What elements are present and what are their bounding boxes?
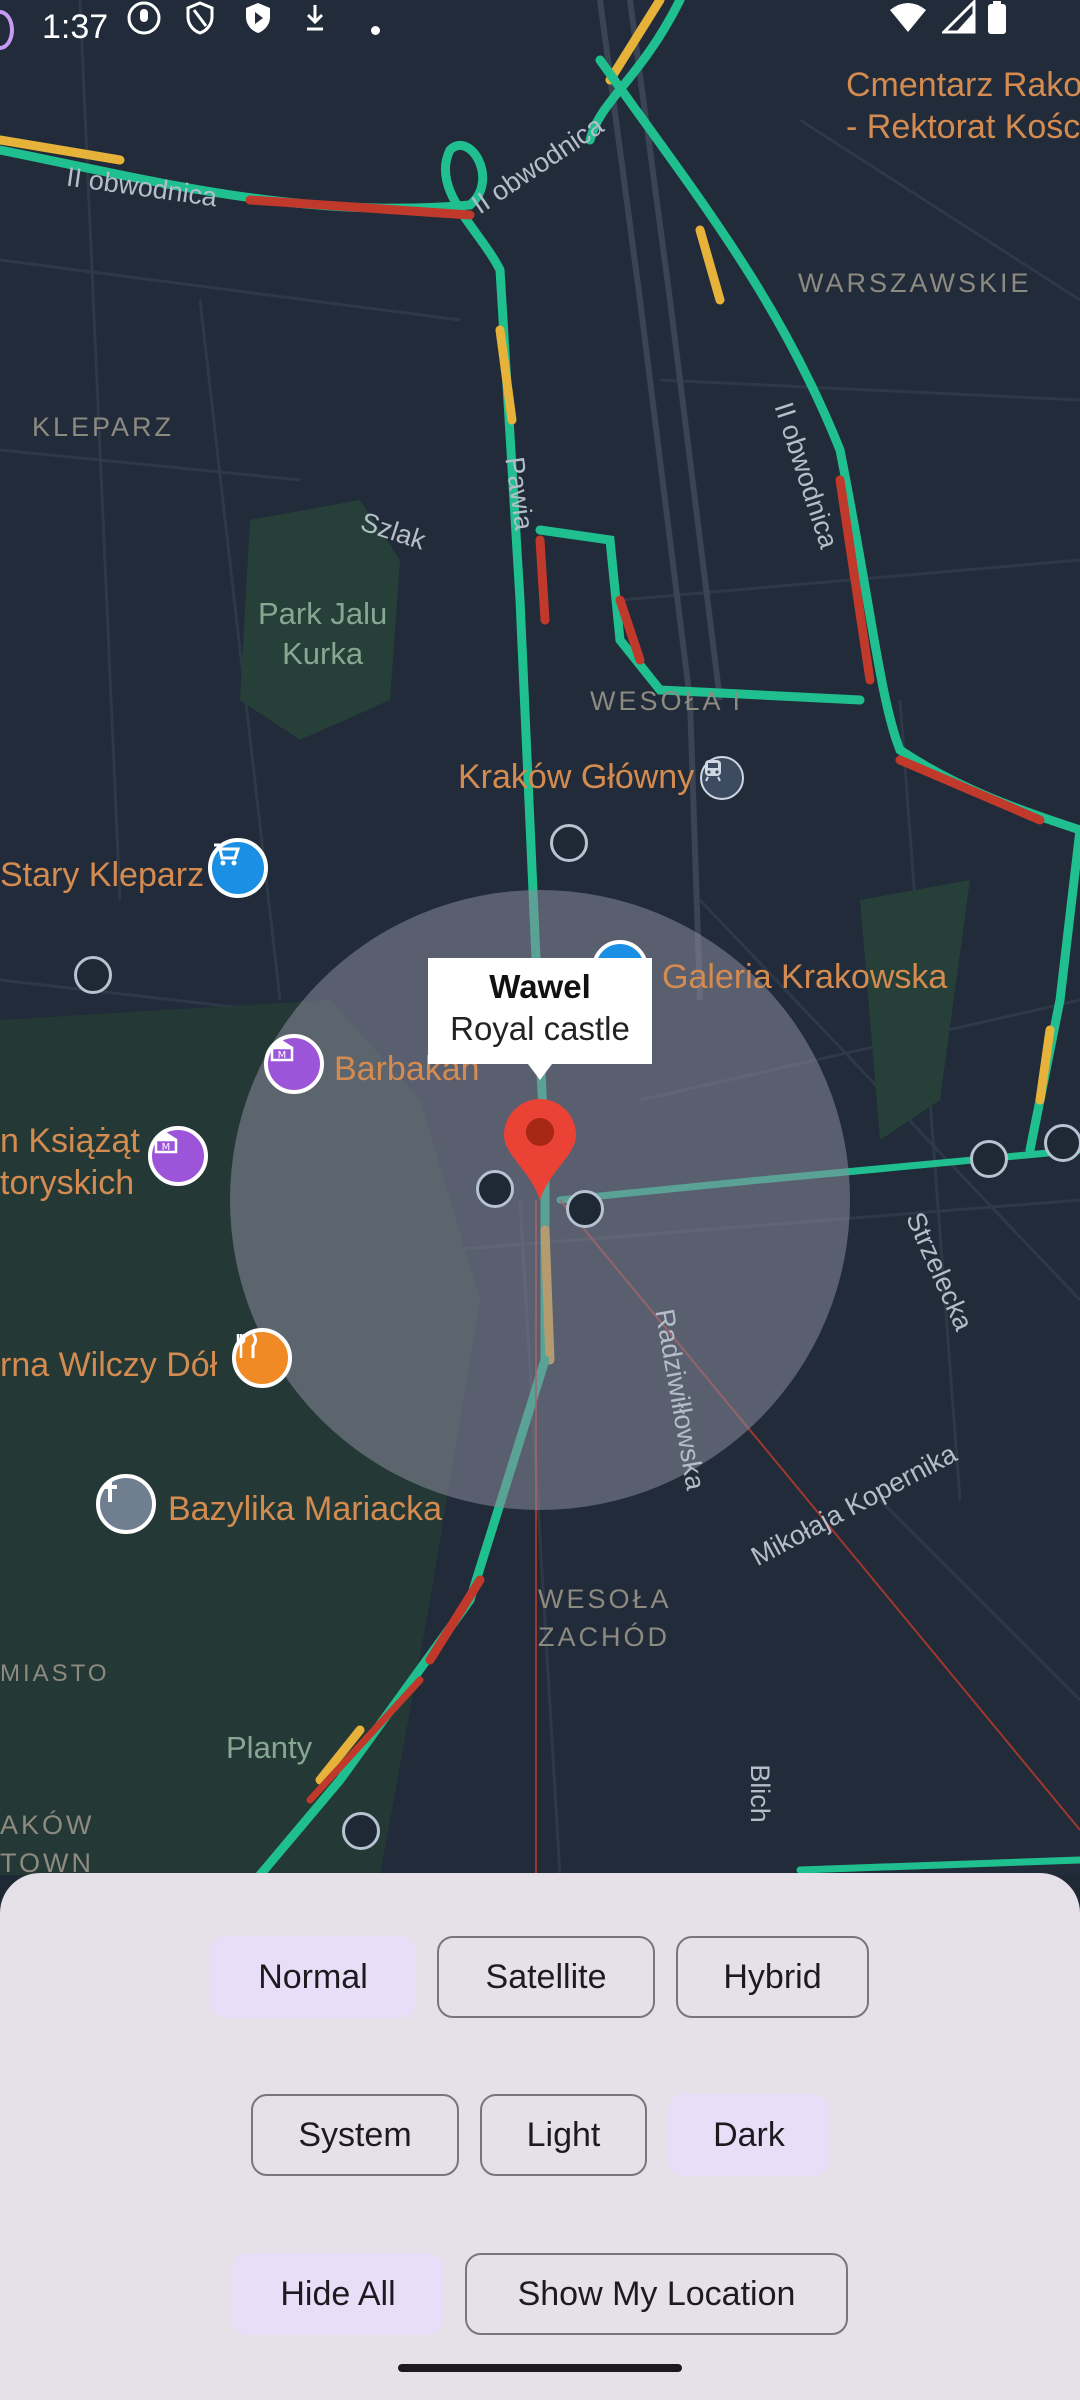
shield-filled-icon	[246, 3, 270, 33]
shopping-cart-icon[interactable]	[208, 838, 268, 898]
theme-dark-button[interactable]: Dark	[668, 2094, 830, 2176]
tram-stop-icon[interactable]	[476, 1170, 514, 1208]
poi-label[interactable]: Galeria Krakowska	[662, 958, 947, 997]
restaurant-icon[interactable]	[232, 1328, 292, 1388]
tram-stop-icon[interactable]	[566, 1190, 604, 1228]
svg-text:M: M	[162, 1142, 171, 1153]
svg-text:M: M	[278, 1050, 287, 1061]
wifi-icon	[890, 3, 926, 32]
battery-icon	[988, 1, 1006, 34]
mic-sound-icon	[127, 1, 161, 35]
poi-label[interactable]: rna Wilczy Dół	[0, 1346, 217, 1385]
app-bubble-icon	[0, 10, 14, 50]
tram-stop-icon[interactable]	[1044, 1124, 1080, 1162]
download-arrow-icon	[306, 5, 324, 31]
district-label: MIASTO	[0, 1660, 110, 1687]
shield-outline-icon	[186, 1, 214, 35]
controls-sheet: Normal Satellite Hybrid System Light Dar…	[0, 1873, 1080, 2400]
map-type-hybrid-button[interactable]: Hybrid	[676, 1936, 869, 2018]
park-label: Park Jalu Kurka	[258, 596, 388, 671]
district-label: KLEPARZ	[32, 412, 175, 442]
tram-stop-icon[interactable]	[550, 824, 588, 862]
poi-label[interactable]: Bazylika Mariacka	[168, 1490, 442, 1529]
map-type-satellite-button[interactable]: Satellite	[437, 1936, 655, 2018]
hide-all-button[interactable]: Hide All	[232, 2253, 444, 2335]
church-cross-icon[interactable]	[96, 1474, 156, 1534]
dot-icon	[371, 26, 380, 35]
district-label: WESOŁA I	[590, 686, 744, 716]
info-window-pointer	[528, 1064, 552, 1080]
status-bar: 1:37	[0, 0, 1080, 60]
poi-label[interactable]: Cmentarz Rako - Rektorat Kośc	[846, 64, 1080, 148]
theme-light-button[interactable]: Light	[480, 2094, 647, 2176]
status-time: 1:37	[42, 8, 109, 46]
tram-stop-icon[interactable]	[970, 1140, 1008, 1178]
tram-stop-icon[interactable]	[342, 1812, 380, 1850]
poi-label[interactable]: n Książąt toryskich	[0, 1120, 140, 1204]
poi-label[interactable]: Stary Kleparz	[0, 856, 204, 895]
map-type-normal-button[interactable]: Normal	[210, 1936, 416, 2018]
train-icon[interactable]	[700, 756, 744, 800]
district-label: WESOŁA ZACHÓD	[538, 1584, 672, 1652]
show-my-location-button[interactable]: Show My Location	[465, 2253, 848, 2335]
marker-info-window[interactable]: Wawel Royal castle	[428, 958, 652, 1064]
marker-title: Wawel	[489, 968, 591, 1005]
museum-icon[interactable]: M	[264, 1034, 324, 1094]
district-label: AKÓW TOWN	[0, 1810, 95, 1875]
gesture-handle[interactable]	[398, 2364, 682, 2372]
tram-stop-icon[interactable]	[74, 956, 112, 994]
poi-label[interactable]: Kraków Główny	[458, 758, 694, 797]
theme-system-button[interactable]: System	[251, 2094, 459, 2176]
museum-icon[interactable]: M	[148, 1126, 208, 1186]
street-label: Blich	[744, 1764, 775, 1823]
signal-icon	[942, 0, 976, 34]
park-label: Planty	[226, 1730, 313, 1765]
district-label: WARSZAWSKIE	[798, 268, 1032, 298]
marker-snippet: Royal castle	[450, 1010, 630, 1047]
map-view[interactable]: KLEPARZ WARSZAWSKIE WESOŁA I WESOŁA ZACH…	[0, 0, 1080, 1875]
